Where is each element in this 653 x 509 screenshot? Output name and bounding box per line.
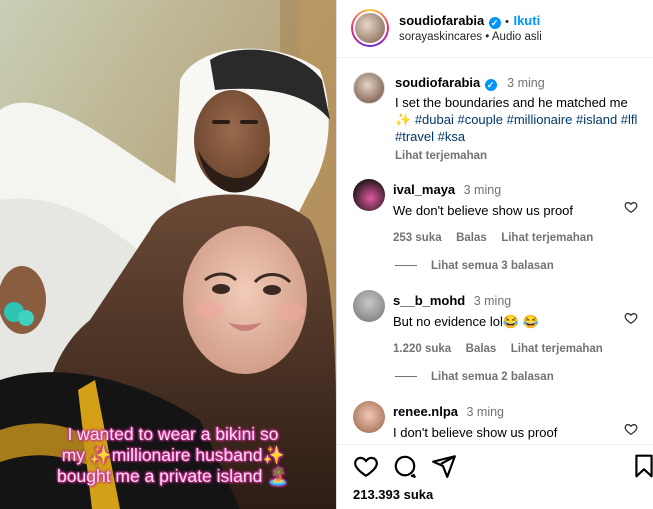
verified-badge-icon: ✓ (488, 17, 501, 29)
post-action-bar: 213.393 suka (337, 444, 653, 509)
post-sidebar: soudiofarabia ✓ • Ikuti sorayaskincares … (336, 0, 653, 509)
post-caption: soudiofarabia ✓ 3 ming I set the boundar… (395, 74, 645, 162)
divider-line (395, 376, 417, 378)
reply-button[interactable]: Balas (456, 232, 487, 244)
view-replies-button[interactable]: Lihat semua 3 balasan (395, 260, 554, 272)
comment-text: I don't believe show us proof (393, 425, 558, 440)
commenter-avatar[interactable] (353, 179, 385, 211)
verified-badge-icon: ✓ (484, 79, 497, 91)
view-replies-label: Lihat semua 3 balasan (431, 260, 554, 272)
post-like-count[interactable]: 213.393 suka (353, 487, 433, 502)
collab-username[interactable]: sorayaskincares (399, 31, 482, 43)
caption-hashtags[interactable]: #dubai #couple #millionaire #island #lfl… (395, 112, 637, 144)
comment-like-heart-icon[interactable] (624, 200, 638, 214)
view-replies-button[interactable]: Lihat semua 2 balasan (395, 371, 554, 383)
post-header: soudiofarabia ✓ • Ikuti sorayaskincares … (337, 0, 653, 58)
overlay-line: bought me a private island 🏝️ (57, 466, 289, 486)
commenter-avatar[interactable] (353, 401, 385, 433)
post-media[interactable]: I wanted to wear a bikini so my ✨million… (0, 0, 336, 509)
commenter-avatar[interactable] (353, 290, 385, 322)
overlay-line: I wanted to wear a bikini so (67, 424, 279, 444)
reply-button[interactable]: Balas (466, 343, 497, 355)
separator-dot: • (485, 31, 490, 43)
comment-likes[interactable]: 1.220 suka (393, 343, 451, 355)
comment-username[interactable]: ival_maya (393, 182, 455, 197)
see-translation-link[interactable]: Lihat terjemahan (501, 232, 593, 244)
heart-icon[interactable] (353, 453, 379, 479)
bookmark-icon[interactable] (631, 453, 653, 479)
see-translation-link[interactable]: Lihat terjemahan (511, 343, 603, 355)
author-username[interactable]: soudiofarabia (399, 13, 484, 28)
separator-dot: • (505, 16, 510, 28)
comment: ival_maya 3 ming We don't believe show u… (393, 181, 623, 246)
comment-timestamp: 3 ming (466, 405, 505, 419)
comment-like-heart-icon[interactable] (624, 422, 638, 436)
author-avatar[interactable] (351, 9, 389, 47)
comment-like-heart-icon[interactable] (624, 311, 638, 325)
comment-text: We don't believe show us proof (393, 203, 574, 218)
comment-likes[interactable]: 253 suka (393, 232, 442, 244)
comment-text: But no evidence lol😂 😂 (393, 314, 539, 329)
comment-icon[interactable] (392, 453, 418, 479)
comment-timestamp: 3 ming (473, 294, 512, 308)
follow-button[interactable]: Ikuti (513, 13, 540, 28)
caption-timestamp: 3 ming (507, 76, 545, 90)
comment-timestamp: 3 ming (463, 183, 502, 197)
audio-link[interactable]: Audio asli (492, 31, 542, 43)
share-icon[interactable] (431, 453, 457, 479)
caption-username[interactable]: soudiofarabia (395, 75, 480, 90)
see-translation-link[interactable]: Lihat terjemahan (395, 150, 645, 162)
divider-line (395, 265, 417, 267)
caption-author-avatar[interactable] (353, 72, 385, 104)
comment-username[interactable]: renee.nlpa (393, 404, 458, 419)
comment: s__b_mohd 3 ming But no evidence lol😂 😂 … (393, 292, 623, 357)
comment: renee.nlpa 3 ming I don't believe show u… (393, 403, 623, 441)
comment-username[interactable]: s__b_mohd (393, 293, 465, 308)
view-replies-label: Lihat semua 2 balasan (431, 371, 554, 383)
overlay-line: my ✨millionaire husband✨ (61, 445, 285, 465)
overlay-caption: I wanted to wear a bikini so my ✨million… (28, 424, 318, 487)
